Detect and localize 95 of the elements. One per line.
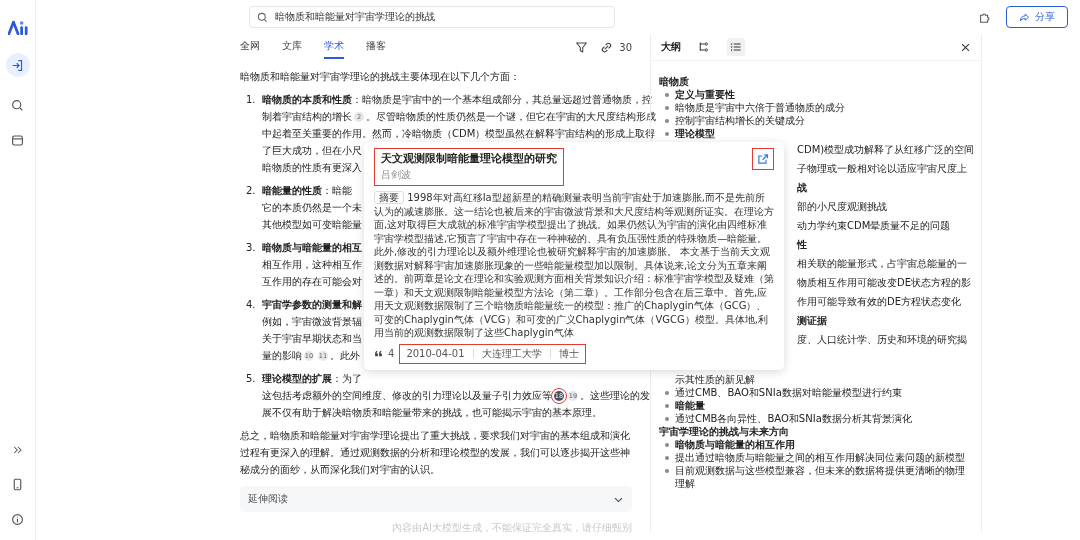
item-text: 相互作用，这种相互作 <box>262 259 362 270</box>
outline-item[interactable]: 目前观测数据与这些模型兼容，但未来的数据将提供更清晰的物理理解 <box>675 464 971 490</box>
item-text: 制着宇宙结构的增长 <box>262 111 352 122</box>
item-title: 宇宙学参数的测量和解 <box>262 299 362 310</box>
close-icon[interactable] <box>960 41 971 53</box>
bullet-dot <box>665 469 669 473</box>
item-text: 它的本质仍然是一个未 <box>262 202 362 213</box>
outline-item[interactable]: 通过CMB、BAO和SNIa数据对暗能量模型进行约束 <box>675 386 971 399</box>
bullet-dot <box>665 443 669 447</box>
bullet-dot <box>665 404 669 408</box>
bullet-dot <box>665 93 669 97</box>
outline-item[interactable]: 暗物质是宇宙中六倍于普通物质的成分 <box>675 101 971 114</box>
bullet-dot <box>665 456 669 460</box>
outline-heading[interactable]: 暗物质 <box>659 75 971 88</box>
bullet-dot <box>665 417 669 421</box>
outline-item[interactable]: 战 <box>797 182 807 193</box>
item-text: ：暗能 <box>322 185 352 196</box>
outline-item[interactable]: 通过CMB各向异性、BAO和SNIa数据分析其背景演化 <box>675 412 971 425</box>
outline-item[interactable]: 定义与重要性 <box>675 88 971 101</box>
bullet-dot <box>665 391 669 395</box>
outline-item[interactable]: CDM)模型成功解释了从红移广泛的空间 <box>797 144 975 155</box>
search-icon[interactable] <box>11 99 24 112</box>
phone-icon[interactable] <box>11 478 24 491</box>
item-text: 量的影响 <box>262 350 302 361</box>
item-title: 暗能量的性质 <box>262 185 322 196</box>
external-link-icon <box>757 153 769 165</box>
search-field[interactable]: 暗物质和暗能量对宇宙学理论的挑战 <box>249 6 615 28</box>
item-number: 1. <box>245 93 257 107</box>
item-text: 展不仅有助于解决暗物质和暗能量带来的挑战，也可能揭示宇宙的基本原理。 <box>262 407 602 418</box>
intro-text: 暗物质和暗能量对宇宙学理论的挑战主要体现在以下几个方面： <box>240 70 521 84</box>
bullet-dot <box>665 132 669 136</box>
source-count: 30 <box>619 41 632 53</box>
quote-icon <box>374 349 383 358</box>
info-icon[interactable] <box>11 513 24 526</box>
item-title: 暗物质的本质和性质 <box>262 94 352 105</box>
source-tab[interactable]: 播客 <box>366 35 386 59</box>
outline-item[interactable]: 相关联的能量形式，占宇宙总能量的一 <box>797 258 967 269</box>
share-button[interactable]: 分享 <box>1006 6 1068 28</box>
outline-item[interactable]: 暗能量 <box>675 399 971 412</box>
source-tab[interactable]: 学术 <box>324 35 344 59</box>
logo-icon[interactable] <box>7 20 28 35</box>
item-text: 互作用的存在可能会对 <box>262 276 362 287</box>
item-title: 暗物质与暗能量的相互 <box>262 242 362 253</box>
outline-item[interactable]: 性 <box>797 239 807 250</box>
item-text: 。此外， <box>330 350 370 361</box>
item-text: 这包括考虑额外的空间维度、修改的引力理论以及量子引力效应等 <box>262 390 552 401</box>
conclusion-text: 总之，暗物质和暗能量对宇宙学理论提出了重大挑战，要求我们对宇宙的基本组成和演化过程有更深入的理解。通过观测数据的分析和理论模型的发展，我们可以逐步揭开这些神秘成分的面纱，从而深化我们对宇宙的认识。 <box>240 429 631 477</box>
item-title: 理论模型的扩展 <box>262 373 332 384</box>
puzzle-icon[interactable] <box>978 10 992 24</box>
outline-title: 大纲 <box>661 40 681 54</box>
login-button[interactable] <box>5 53 30 77</box>
outline-heading[interactable]: 宇宙学理论的挑战与未来方向 <box>659 425 971 438</box>
item-text: 了巨大成功，但在小尺 <box>262 145 362 156</box>
item-text: 。这些理论的发 <box>580 390 650 401</box>
outline-item[interactable]: 动力学约束CDM晕质量不足的问题 <box>797 220 951 231</box>
outline-item[interactable]: 示其性质的新见解 <box>675 374 755 385</box>
outline-item[interactable]: 控制宇宙结构增长的关键成分 <box>675 114 971 127</box>
outline-item[interactable]: 暗物质与暗能量的相互作用 <box>675 438 971 451</box>
outline-item[interactable]: 测证据 <box>797 315 827 326</box>
outline-item[interactable]: 提出通过暗物质与暗能量之间的相互作用解决同位素问题的新模型 <box>675 451 971 464</box>
panel-icon[interactable] <box>11 134 24 147</box>
item-number: 2. <box>245 184 257 198</box>
external-link-button[interactable] <box>752 148 774 170</box>
further-reading-toggle[interactable]: 延伸阅读 <box>240 486 632 512</box>
outline-item[interactable]: 子物理或一般相对论以适应宇宙尺度上 <box>797 163 967 174</box>
outline-item[interactable]: 部的小尺度观测挑战 <box>797 201 887 212</box>
source-tab[interactable]: 全网 <box>240 35 260 59</box>
item-number: 3. <box>245 241 257 255</box>
outline-item[interactable]: 度、人口统计学、历史和环境的研究揭 <box>797 334 967 345</box>
item-text: 例如，宇宙微波背景辐 <box>262 316 362 327</box>
item-number: 5. <box>245 372 257 386</box>
outline-item[interactable]: 物质相互作用可能改变DE状态方程的影 <box>797 277 972 288</box>
item-number: 4. <box>245 298 257 312</box>
citation-count: 4 <box>388 348 395 359</box>
bullet-dot <box>665 106 669 110</box>
filter-icon[interactable] <box>575 40 589 54</box>
abstract-tag: 摘要 <box>374 191 404 204</box>
item-text: 暗物质的性质有更深入 <box>262 162 362 173</box>
bullet-dot <box>665 119 669 123</box>
paper-meta: 2010-04-01 大连理工大学 博士 <box>399 343 586 364</box>
login-icon <box>11 58 24 72</box>
item-text: 其他模型如可变暗能量 <box>262 219 362 230</box>
mindmap-icon <box>698 41 710 53</box>
list-view-button[interactable] <box>727 38 745 56</box>
source-tab[interactable]: 文库 <box>282 35 302 59</box>
list-icon <box>730 41 742 53</box>
link-icon[interactable] <box>600 40 614 54</box>
expand-icon[interactable] <box>11 444 24 456</box>
abstract-text: 摘要 1998年对高红移Ⅰa型超新星的精确测量表明当前宇宙处于加速膨胀,而不是先前所认为的减速膨胀。这一结论也被后来的宇宙微波背景和大尺度结构等观测所证实。在理论方面,这对取得巨大成就的标准宇宙学模型提出了挑战。如果仍然认为宇宙的演化由四维标准宇宙学模型描述,它预言了宇宙中存在一种神秘的、具有负压强性质的特殊物质—暗能量。此外,修改的引力理论以及额外维理论也被研究解释宇宙的加速膨胀。 本文基于当前天文观测数据对解释宇宙加速膨胀现象的一些暗能量模型加以限制。具体说来,论文分为五章来阐述的。前两章是论文在理论和实验观测方面相关背景知识介绍：标准宇宙学模型及疑难（第一章）和天文观测限制暗能量模型方法论（第二章）。工作部分包含在后三章中。首先,应用天文观测数据限制了三个暗物质暗能量统一的模型：推广的Chaplygin气体（GCG）、可变的Chaplygin气体（VCG）和可变的广义Chaplygin气体（VGCG）模型。具体地,利用当前的观测数据限制了这些Chaplygin气体 <box>374 191 774 340</box>
share-icon <box>1019 11 1030 23</box>
paper-title-block[interactable]: 天文观测限制暗能量理论模型的研究 吕剑波 <box>374 148 564 186</box>
item-text: 关于宇宙早期状态和当 <box>262 333 362 344</box>
item-text: ：为了 <box>332 373 362 384</box>
outline-item[interactable]: 作用可能导致有效的DE方程状态变化 <box>797 296 962 307</box>
outline-item[interactable]: 理论模型 <box>675 127 971 140</box>
